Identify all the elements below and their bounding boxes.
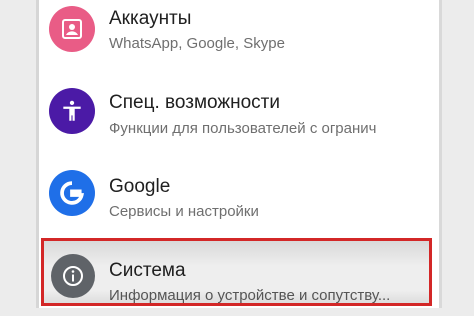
settings-item-title: Google <box>109 176 171 197</box>
accessibility-icon <box>49 88 95 134</box>
settings-item-subtitle: WhatsApp, Google, Skype <box>109 35 285 52</box>
settings-item-subtitle: Функции для пользователей с огранич <box>109 120 377 137</box>
bottom-frame <box>0 308 474 316</box>
settings-item-accounts[interactable]: Аккаунты WhatsApp, Google, Skype <box>39 0 440 80</box>
settings-item-google[interactable]: Google Сервисы и настройки <box>39 160 440 240</box>
right-frame <box>440 0 474 316</box>
account-box-icon <box>49 6 95 52</box>
settings-item-system[interactable]: Система Информация о устройстве и сопутс… <box>39 236 440 310</box>
left-frame <box>0 0 38 316</box>
settings-item-title: Система <box>109 260 186 281</box>
settings-item-accessibility[interactable]: Спец. возможности Функции для пользовате… <box>39 80 440 160</box>
settings-item-title: Аккаунты <box>109 8 192 29</box>
settings-item-title: Спец. возможности <box>109 92 280 113</box>
info-icon <box>51 254 95 298</box>
settings-item-subtitle: Информация о устройстве и сопутству... <box>109 287 391 304</box>
google-icon <box>49 170 95 216</box>
settings-item-subtitle: Сервисы и настройки <box>109 203 259 220</box>
